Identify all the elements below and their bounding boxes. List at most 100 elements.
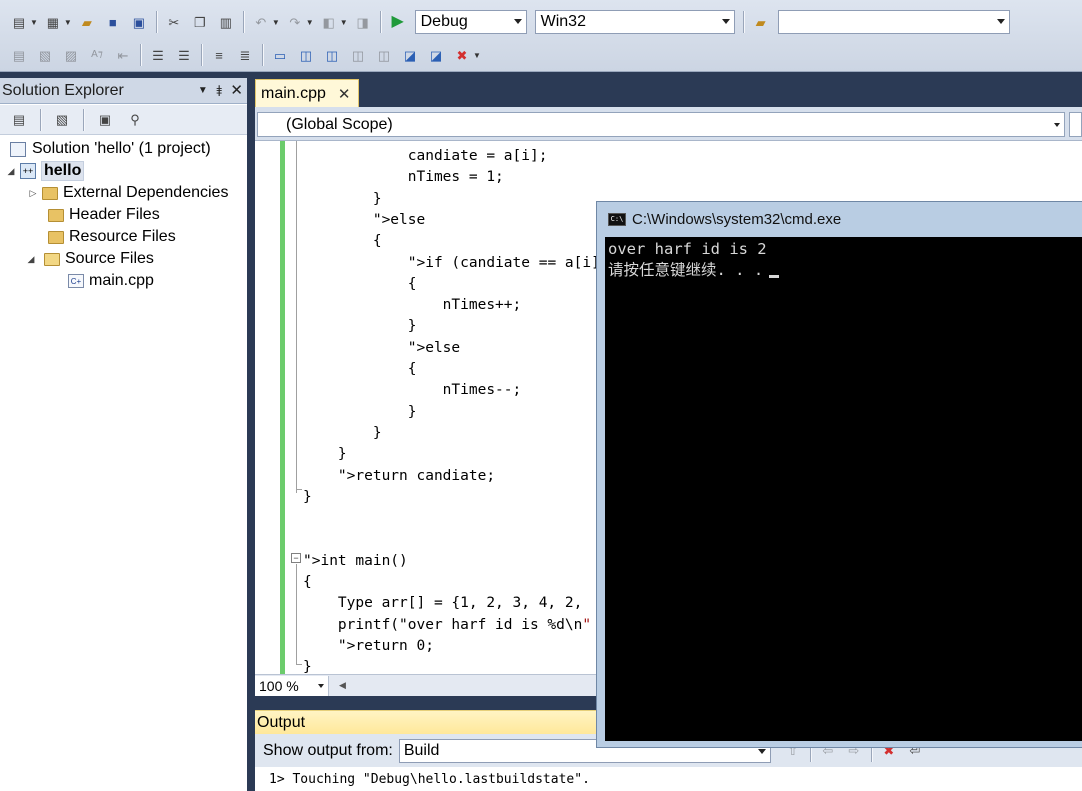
find-icon[interactable]: ⚲: [125, 110, 145, 130]
next-bookmark-folder-icon[interactable]: ◫: [374, 45, 394, 65]
save-all-icon[interactable]: ▣: [129, 12, 149, 32]
undo-icon[interactable]: ↶: [251, 12, 271, 32]
chevron-down-icon[interactable]: ▼: [473, 51, 481, 60]
tree-item-project-hello[interactable]: ◢ ++ hello: [6, 160, 85, 182]
expanded-triangle-icon[interactable]: ◢: [26, 254, 36, 265]
tab-main-cpp[interactable]: main.cpp ✕: [255, 79, 359, 107]
chevron-down-icon[interactable]: ▼: [272, 18, 280, 27]
display-object-member-list-icon[interactable]: ▤: [9, 45, 29, 65]
code-line: }: [303, 424, 382, 441]
new-project-icon[interactable]: ▤: [9, 12, 29, 32]
tree-item-label: Header Files: [69, 206, 160, 223]
cpp-file-icon: C+: [68, 274, 84, 288]
tree-item-external-dependencies[interactable]: ▷ External Dependencies: [28, 182, 229, 204]
view-class-diagram-icon[interactable]: ▣: [95, 110, 115, 130]
code-line: }: [303, 318, 417, 335]
folder-icon: [48, 230, 64, 244]
text-cursor: [769, 275, 780, 278]
tree-item-header-files[interactable]: Header Files: [48, 204, 160, 226]
chevron-down-icon[interactable]: ▼: [340, 18, 348, 27]
chevron-down-icon: [513, 19, 522, 24]
panel-controls: ▼ ⯒ ✕: [198, 81, 243, 106]
open-file-icon[interactable]: ▰: [77, 12, 97, 32]
solution-explorer-title: Solution Explorer: [2, 81, 124, 99]
standard-toolbar: ▤ ▼ ▦ ▼ ▰ ■ ▣ ✂ ❐ ▥ ↶ ▼ ↷ ▼ ◧ ▼ ◨ ▶ Debug Win…: [0, 5, 1014, 39]
display-parameter-info-icon[interactable]: ▧: [35, 45, 55, 65]
save-icon[interactable]: ■: [103, 12, 123, 32]
copy-icon[interactable]: ❐: [190, 12, 210, 32]
code-line: nTimes = 1;: [303, 169, 504, 186]
find-combo[interactable]: [777, 10, 1010, 34]
start-debugging-icon[interactable]: ▶: [388, 12, 408, 32]
display-quick-info-icon[interactable]: ▨: [61, 45, 81, 65]
find-in-files-icon[interactable]: ▰: [751, 12, 771, 32]
properties-icon[interactable]: ▤: [9, 110, 29, 130]
comment-out-icon[interactable]: ≡: [209, 45, 229, 65]
editor-bottom-bar: 100 % ◀: [255, 674, 601, 696]
close-icon[interactable]: ✕: [338, 85, 351, 103]
toggle-bookmark-icon[interactable]: ▭: [270, 45, 290, 65]
toolbar-divider: [40, 108, 41, 131]
toolbar-divider: [242, 11, 244, 33]
console-output[interactable]: over harf id is 2 请按任意键继续. . .: [605, 237, 1082, 741]
tree-item-label: hello: [41, 161, 85, 181]
outdent-icon[interactable]: ☰: [148, 45, 168, 65]
display-word-completion-icon[interactable]: A⁊: [87, 45, 107, 65]
collapsed-triangle-icon[interactable]: ▷: [28, 188, 38, 199]
toolbar-divider: [379, 11, 381, 33]
toolbar-divider: [742, 11, 744, 33]
code-line: nTimes++;: [303, 297, 522, 314]
navigate-forward-icon[interactable]: ◨: [353, 12, 373, 32]
chevron-down-icon: [1054, 123, 1060, 127]
zoom-combo[interactable]: 100 %: [255, 675, 329, 696]
solution-explorer-toolbar: ▤ ▧ ▣ ⚲: [0, 105, 247, 135]
code-line: ">return 0;: [337, 637, 434, 654]
members-dropdown[interactable]: [1069, 112, 1082, 137]
code-line: {: [303, 361, 417, 377]
clear-bookmarks-icon[interactable]: ✖: [452, 45, 472, 65]
solution-configuration-combo[interactable]: Debug: [414, 10, 527, 34]
expanded-triangle-icon[interactable]: ◢: [6, 166, 16, 177]
chevron-down-icon[interactable]: ▼: [64, 18, 72, 27]
code-line: candiate = a[i];: [303, 148, 548, 164]
indent-icon[interactable]: ☰: [174, 45, 194, 65]
redo-icon[interactable]: ↷: [285, 12, 305, 32]
chevron-down-icon[interactable]: ▼: [30, 18, 38, 27]
chevron-down-icon[interactable]: ▼: [306, 18, 314, 27]
solution-platform-combo[interactable]: Win32: [534, 10, 735, 34]
console-line: over harf id is 2: [608, 240, 767, 258]
console-line: 请按任意键继续. . .: [608, 261, 764, 279]
paste-icon[interactable]: ▥: [216, 12, 236, 32]
next-bookmark-icon[interactable]: ◫: [322, 45, 342, 65]
toolbar-divider: [155, 11, 157, 33]
chevron-down-icon[interactable]: ▼: [198, 85, 208, 106]
decrease-indent-icon[interactable]: ⇤: [113, 45, 133, 65]
uncomment-icon[interactable]: ≣: [235, 45, 255, 65]
tree-item-main-cpp[interactable]: C+ main.cpp: [68, 270, 154, 292]
console-window[interactable]: C:\ C:\Windows\system32\cmd.exe over har…: [596, 201, 1082, 748]
scope-dropdown[interactable]: (Global Scope): [257, 112, 1065, 137]
navigate-backward-icon[interactable]: ◧: [319, 12, 339, 32]
close-icon[interactable]: ✕: [230, 81, 243, 106]
output-title: Output: [257, 713, 306, 731]
code-line: }: [303, 403, 417, 420]
console-title: C:\Windows\system32\cmd.exe: [632, 210, 842, 228]
next-bookmark-document-icon[interactable]: ◪: [426, 45, 446, 65]
tree-item-solution[interactable]: Solution 'hello' (1 project): [10, 138, 211, 160]
show-output-from-label: Show output from:: [263, 741, 393, 759]
previous-bookmark-icon[interactable]: ◫: [296, 45, 316, 65]
previous-bookmark-folder-icon[interactable]: ◫: [348, 45, 368, 65]
tree-item-source-files[interactable]: ◢ Source Files: [26, 248, 154, 270]
previous-bookmark-document-icon[interactable]: ◪: [400, 45, 420, 65]
output-text[interactable]: 1> Touching "Debug\hello.lastbuildstate"…: [255, 767, 1082, 791]
collapse-outline-icon[interactable]: −: [291, 553, 301, 563]
show-all-files-icon[interactable]: ▧: [52, 110, 72, 130]
add-item-icon[interactable]: ▦: [43, 12, 63, 32]
scope-value: (Global Scope): [286, 115, 393, 133]
tree-item-resource-files[interactable]: Resource Files: [48, 226, 176, 248]
console-title-bar[interactable]: C:\ C:\Windows\system32\cmd.exe: [597, 202, 1082, 236]
scroll-left-icon[interactable]: ◀: [339, 680, 346, 691]
cut-icon[interactable]: ✂: [164, 12, 184, 32]
pin-icon[interactable]: ⯒: [216, 81, 223, 106]
chevron-down-icon: [318, 683, 324, 688]
